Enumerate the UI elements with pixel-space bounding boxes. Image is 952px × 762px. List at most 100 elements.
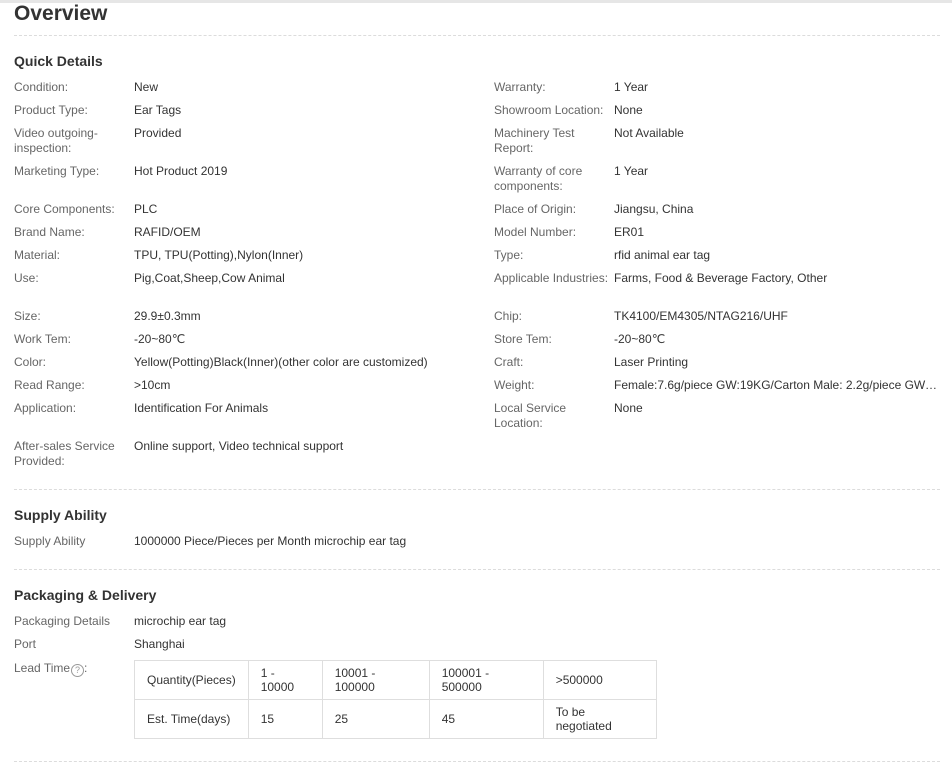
detail-pair-right: Craft: Laser Printing (494, 354, 940, 377)
detail-value: 1 Year (614, 80, 649, 94)
detail-label: Applicable Industries: (494, 271, 609, 285)
divider (14, 569, 940, 570)
detail-row: Marketing Type: Hot Product 2019 Warranty … (14, 163, 940, 201)
top-border (0, 0, 952, 3)
detail-label: Place of Origin: (494, 202, 577, 216)
detail-label: Work Tem: (14, 332, 71, 346)
detail-row: Video outgoing-inspection: Provided Machin… (14, 125, 940, 163)
detail-pair-right: Store Tem: -20~80℃ (494, 331, 940, 354)
detail-pair-left: Brand Name: RAFID/OEM (14, 224, 494, 247)
detail-pair-left: Application: Identification For Animals (14, 400, 494, 438)
detail-row: Size: 29.9±0.3mm Chip: TK4100/EM4305/NTAG21… (14, 308, 940, 331)
supply-ability-label: Supply Ability (14, 534, 86, 548)
help-icon[interactable]: ? (71, 664, 85, 677)
detail-pair-left: Use: Pig,Coat,Sheep,Cow Animal (14, 270, 494, 308)
detail-row: After-sales Service Provided: Online supp… (14, 438, 940, 476)
detail-pair-right: Warranty: 1 Year (494, 79, 940, 102)
detail-pair-right: Model Number: ER01 (494, 224, 940, 247)
detail-value: -20~80℃ (134, 332, 186, 346)
detail-row: Color: Yellow(Potting)Black(Inner)(other … (14, 354, 940, 377)
detail-value: Hot Product 2019 (134, 164, 228, 178)
supply-ability-value: 1000000 Piece/Pieces per Month microchip… (134, 534, 407, 548)
detail-value: None (614, 103, 643, 117)
detail-row: Core Components: PLC Place of Origin: Jiang… (14, 201, 940, 224)
section-title-packaging-delivery: Packaging & Delivery (14, 587, 157, 603)
detail-pair-left: Read Range: >10cm (14, 377, 494, 400)
table-cell: 25 (321, 699, 430, 739)
detail-pair-left: Size: 29.9±0.3mm (14, 308, 494, 331)
detail-row: Product Type: Ear Tags Showroom Location: N… (14, 102, 940, 125)
detail-label: Application: (14, 401, 77, 415)
detail-value: Female:7.6g/piece GW:19KG/Carton Male: 2… (614, 378, 940, 392)
detail-pair-right: Warranty of core components: 1 Year (494, 163, 940, 201)
detail-label: Warranty: (494, 80, 546, 94)
detail-pair-left: Video outgoing-inspection: Provided (14, 125, 494, 163)
detail-label: Local Service Location: (494, 401, 567, 430)
detail-pair-left: Marketing Type: Hot Product 2019 (14, 163, 494, 201)
detail-row: Condition: New Warranty: 1 Year (14, 79, 940, 102)
detail-label: Showroom Location: (494, 103, 604, 117)
detail-label: Type: (494, 248, 524, 262)
table-header-cell: 1 - 10000 (247, 660, 323, 700)
detail-pair-left: Core Components: PLC (14, 201, 494, 224)
table-header-cell: >500000 (542, 660, 657, 700)
detail-value: Ear Tags (134, 103, 182, 117)
detail-pair-right: Place of Origin: Jiangsu, China (494, 201, 940, 224)
detail-value: 1 Year (614, 164, 649, 178)
detail-row: Work Tem: -20~80℃ Store Tem: -20~80℃ (14, 331, 940, 354)
supply-ability-row: Supply Ability 1000000 Piece/Pieces per … (14, 533, 734, 549)
detail-row: Brand Name: RAFID/OEM Model Number: ER01 (14, 224, 940, 247)
detail-pair-right: Local Service Location: None (494, 400, 940, 438)
detail-label: Brand Name: (14, 225, 85, 239)
detail-label: Warranty of core components: (494, 164, 583, 193)
page-title: Overview (14, 2, 108, 25)
table-header-cell: 100001 - 500000 (428, 660, 544, 700)
detail-label: Model Number: (494, 225, 577, 239)
detail-pair-left: Material: TPU, TPU(Potting),Nylon(Inner) (14, 247, 494, 270)
detail-pair-right (494, 438, 940, 476)
detail-value: TPU, TPU(Potting),Nylon(Inner) (134, 248, 304, 262)
detail-label: Color: (14, 355, 47, 369)
detail-label: Material: (14, 248, 61, 262)
table-row: Quantity(Pieces) 1 - 10000 10001 - 10000… (134, 660, 657, 700)
lead-time-label-wrap: Lead Time?: (14, 660, 134, 677)
detail-value: Yellow(Potting)Black(Inner)(other color … (134, 355, 428, 369)
detail-label: Chip: (494, 309, 523, 323)
port-value: Shanghai (134, 637, 185, 651)
detail-value: Pig,Coat,Sheep,Cow Animal (134, 271, 285, 285)
detail-value: Provided (134, 126, 182, 140)
detail-pair-left: Color: Yellow(Potting)Black(Inner)(other … (14, 354, 494, 377)
detail-label (494, 438, 614, 476)
detail-label: Video outgoing-inspection: (14, 126, 98, 155)
detail-value: Jiangsu, China (614, 202, 694, 216)
packaging-details-value: microchip ear tag (134, 614, 227, 628)
detail-row: Read Range: >10cm Weight: Female:7.6g/piece… (14, 377, 940, 400)
detail-value (614, 438, 940, 476)
detail-label: Use: (14, 271, 39, 285)
detail-label: Machinery Test Report: (494, 126, 575, 155)
detail-value: Laser Printing (614, 355, 689, 369)
detail-value: >10cm (134, 378, 171, 392)
detail-label: Read Range: (14, 378, 85, 392)
detail-value: 29.9±0.3mm (134, 309, 201, 323)
detail-value: -20~80℃ (614, 332, 666, 346)
table-header-cell: Quantity(Pieces) (134, 660, 249, 700)
lead-time-row: Lead Time?: (14, 660, 134, 677)
detail-value: Online support, Video technical support (134, 439, 344, 453)
detail-pair-right: Machinery Test Report: Not Available (494, 125, 940, 163)
detail-pair-right: Showroom Location: None (494, 102, 940, 125)
table-cell: Est. Time(days) (134, 699, 249, 739)
detail-value: Farms, Food & Beverage Factory, Other (614, 271, 828, 285)
port-label: Port (14, 637, 37, 651)
table-cell: 45 (428, 699, 544, 739)
port-row: Port Shanghai (14, 636, 734, 652)
detail-pair-left: After-sales Service Provided: Online supp… (14, 438, 494, 476)
table-header-cell: 10001 - 100000 (321, 660, 430, 700)
divider (14, 35, 940, 36)
detail-pair-left: Work Tem: -20~80℃ (14, 331, 494, 354)
detail-label: After-sales Service Provided: (14, 439, 115, 468)
detail-label: Weight: (494, 378, 535, 392)
table-cell: To be negotiated (542, 699, 657, 739)
detail-label: Size: (14, 309, 41, 323)
lead-time-label: Lead Time (14, 661, 71, 675)
